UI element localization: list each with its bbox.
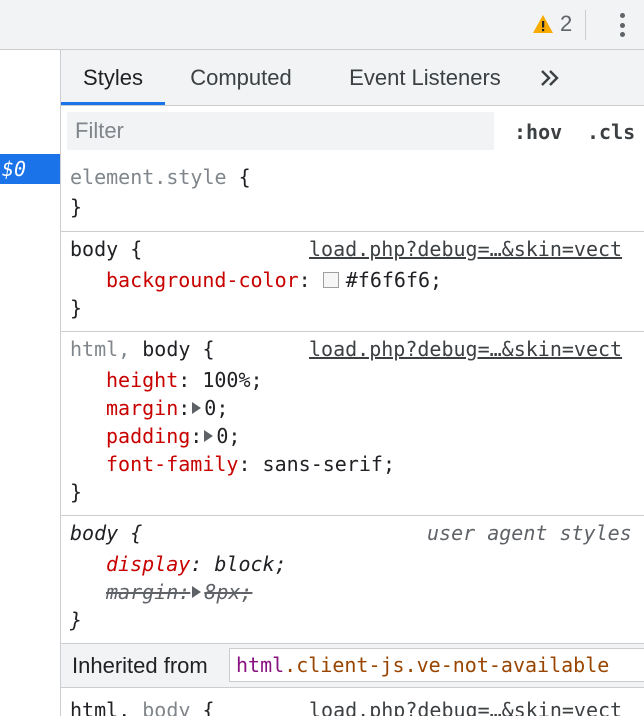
node-tag[interactable]: html — [236, 653, 284, 677]
warning-icon — [533, 15, 553, 33]
active-tab-indicator — [61, 102, 165, 105]
rule-selector: html, — [70, 698, 131, 716]
elements-tree-pane[interactable]: $0 — [0, 50, 61, 716]
declaration[interactable]: margin: 0; — [106, 394, 228, 422]
rule-selector-dim: html, — [70, 337, 131, 361]
stylesheet-source-link[interactable]: load.php?debug=…&skin=vect — [309, 235, 622, 263]
rule-selector: element.style — [70, 165, 227, 189]
property-name[interactable]: height — [106, 368, 178, 392]
devtools-toolbar: 2 — [0, 0, 644, 50]
filter-input[interactable] — [67, 112, 494, 150]
rule-selector: body — [130, 337, 191, 361]
expand-triangle-icon[interactable] — [192, 586, 202, 598]
filter-row: :hov .cls — [61, 106, 644, 156]
more-options-icon[interactable] — [612, 10, 632, 40]
property-name[interactable]: display — [106, 552, 190, 576]
property-value[interactable]: sans-serif — [263, 452, 383, 476]
property-value[interactable]: #f6f6f6 — [346, 268, 430, 292]
rule-html-body-inherited: html, body { load.php?debug=…&skin=vect — [61, 688, 644, 716]
cls-toggle-button[interactable]: .cls — [587, 119, 635, 145]
rule-close-brace: } — [70, 195, 83, 219]
property-name[interactable]: margin — [106, 396, 178, 420]
rule-element-style: element.style { } — [61, 156, 644, 232]
rule-selector-dim: body — [130, 698, 191, 716]
rule-selector: body — [70, 521, 119, 545]
property-value[interactable]: 8px — [204, 580, 240, 604]
property-name[interactable]: margin — [106, 580, 178, 604]
rule-html-body: html, body { load.php?debug=…&skin=vect … — [61, 332, 644, 516]
inherited-label: Inherited from — [72, 653, 208, 678]
property-value[interactable]: 0 — [216, 424, 228, 448]
warning-count: 2 — [560, 11, 573, 36]
property-value[interactable]: 100% — [202, 368, 250, 392]
declaration[interactable]: font-family: sans-serif; — [106, 450, 395, 478]
property-value[interactable]: 0 — [204, 396, 216, 420]
rule-body-background: body { load.php?debug=…&skin=vect backgr… — [61, 232, 644, 332]
warnings-counter[interactable]: 2 — [532, 12, 572, 36]
selected-node-ref[interactable]: $0 — [0, 154, 60, 184]
tab-event-listeners[interactable]: Event Listeners — [327, 50, 523, 105]
property-value[interactable]: block — [214, 552, 274, 576]
chevron-double-right-icon[interactable] — [538, 66, 562, 90]
inherited-from-header: Inherited from html.client-js.ve-not-ava… — [61, 644, 644, 688]
rule-user-agent-body: body { user agent styles display: block;… — [61, 516, 644, 644]
tab-computed[interactable]: Computed — [171, 50, 311, 105]
styles-sidebar: Styles Computed Event Listeners :hov .cl… — [61, 50, 644, 716]
declaration[interactable]: height: 100%; — [106, 366, 263, 394]
stylesheet-source-link[interactable]: load.php?debug=…&skin=vect — [309, 335, 622, 363]
property-name[interactable]: background-color — [106, 268, 299, 292]
property-name[interactable]: padding — [106, 424, 190, 448]
node-classes[interactable]: .client-js.ve-not-available — [284, 653, 609, 677]
inherited-node-link[interactable]: html.client-js.ve-not-available — [229, 648, 644, 682]
hov-toggle-button[interactable]: :hov — [514, 119, 562, 145]
declaration[interactable]: display: block; — [106, 550, 287, 578]
stylesheet-source-link[interactable]: load.php?debug=…&skin=vect — [309, 696, 622, 716]
toolbar-divider — [585, 10, 586, 40]
rule-selector: body — [70, 237, 119, 261]
declaration[interactable]: background-color: #f6f6f6; — [106, 266, 442, 294]
tab-styles[interactable]: Styles — [61, 50, 165, 105]
overridden-declaration[interactable]: margin: 8px; — [106, 578, 252, 606]
expand-triangle-icon[interactable] — [204, 430, 214, 442]
declaration[interactable]: padding: 0; — [106, 422, 240, 450]
property-name[interactable]: font-family — [106, 452, 238, 476]
expand-triangle-icon[interactable] — [192, 402, 202, 414]
color-swatch[interactable] — [322, 272, 339, 288]
sidebar-tabbar: Styles Computed Event Listeners — [61, 50, 644, 106]
user-agent-source-label: user agent styles — [427, 521, 632, 545]
